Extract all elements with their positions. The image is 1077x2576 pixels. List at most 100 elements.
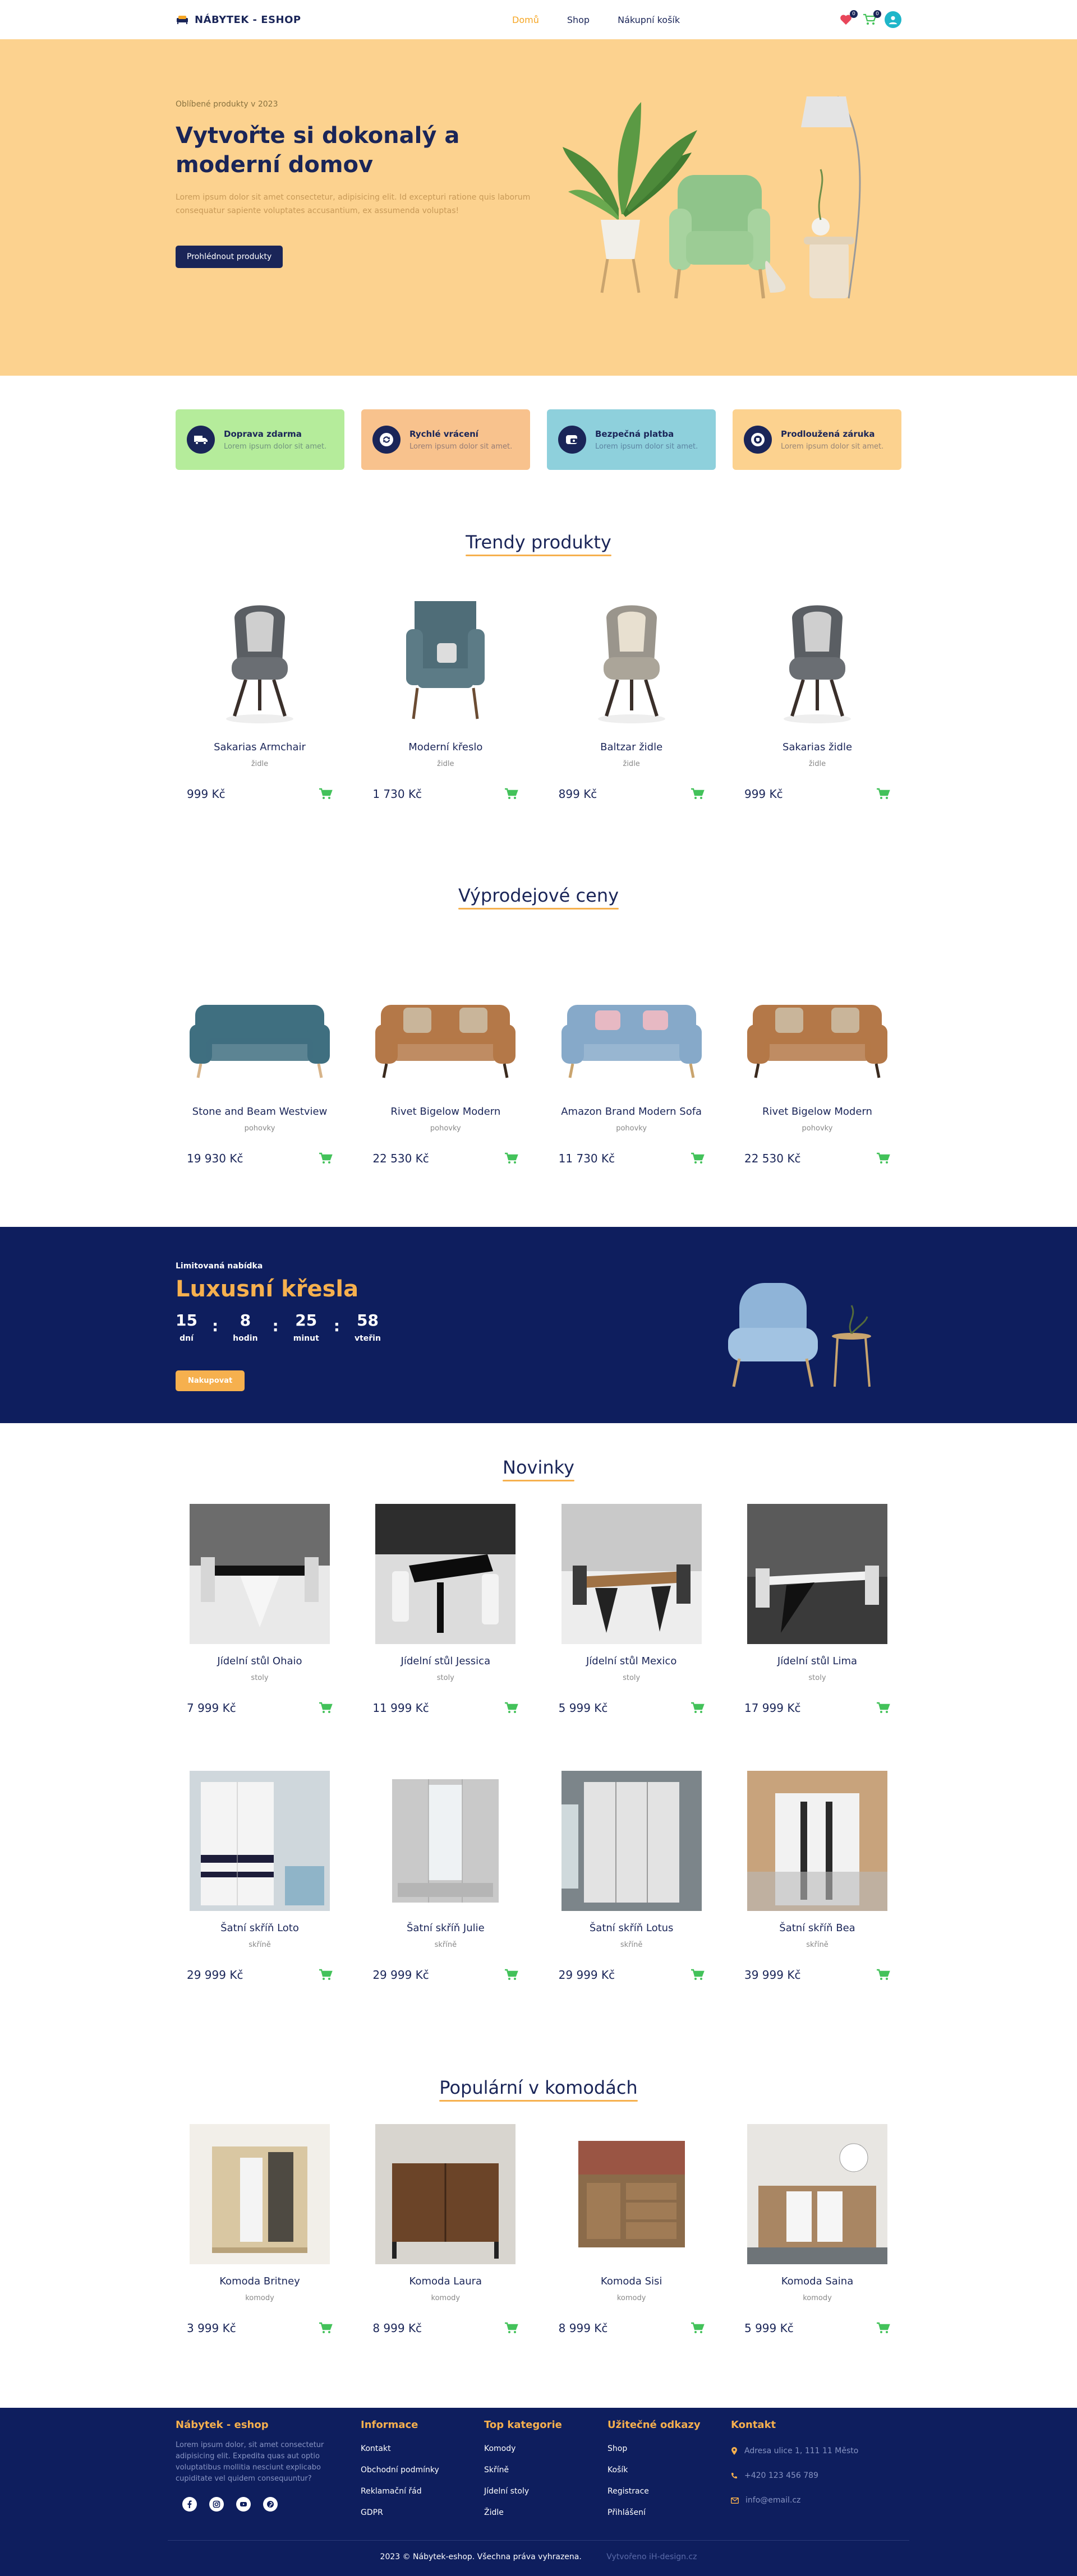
add-to-cart-icon[interactable] [504,1969,519,1981]
footer-link[interactable]: GDPR [361,2508,439,2517]
product-image[interactable] [744,2124,890,2264]
product-name[interactable]: Komoda Britney [187,2275,333,2287]
footer-link[interactable]: Přihlášení [607,2508,701,2517]
product-image[interactable] [372,1771,518,1911]
product-card[interactable]: Šatní skříň Bea skříně 39 999 Kč [733,1771,901,1982]
product-card[interactable]: Sakarias židle židle 999 Kč [733,590,901,801]
footer-link[interactable]: Jídelní stoly [484,2487,562,2496]
product-name[interactable]: Komoda Laura [372,2275,518,2287]
product-name[interactable]: Šatní skříň Loto [187,1922,333,1934]
product-image[interactable] [744,954,890,1095]
cart-button[interactable]: 0 [861,10,881,28]
add-to-cart-icon[interactable] [876,2322,890,2334]
footer-link[interactable]: Shop [607,2444,701,2453]
add-to-cart-icon[interactable] [690,1969,705,1981]
add-to-cart-icon[interactable] [690,1152,705,1165]
product-card[interactable]: Moderní křeslo židle 1 730 Kč [361,590,530,801]
product-card[interactable]: Šatní skříň Julie skříně 29 999 Kč [361,1771,530,1982]
product-card[interactable]: Rivet Bigelow Modern pohovky 22 530 Kč [361,954,530,1165]
footer-link[interactable]: Komody [484,2444,562,2453]
product-card[interactable]: Stone and Beam Westview pohovky 19 930 K… [176,954,344,1165]
product-card[interactable]: Komoda Laura komody 8 999 Kč [361,2124,530,2335]
product-card[interactable]: Sakarias Armchair židle 999 Kč [176,590,344,801]
add-to-cart-icon[interactable] [876,1969,890,1981]
nav-shop[interactable]: Shop [567,15,590,25]
product-card[interactable]: Jídelní stůl Mexico stoly 5 999 Kč [547,1504,716,1715]
product-image[interactable] [559,2124,705,2264]
product-name[interactable]: Moderní křeslo [372,741,518,753]
product-card[interactable]: Baltzar židle židle 899 Kč [547,590,716,801]
add-to-cart-icon[interactable] [876,788,890,800]
add-to-cart-icon[interactable] [504,1702,519,1714]
product-name[interactable]: Komoda Saina [744,2275,890,2287]
add-to-cart-icon[interactable] [318,1702,333,1714]
product-image[interactable] [372,2124,518,2264]
product-name[interactable]: Jídelní stůl Mexico [559,1655,705,1667]
add-to-cart-icon[interactable] [876,1152,890,1165]
footer-link[interactable]: Obchodní podmínky [361,2466,439,2475]
made-by-link[interactable]: Vytvořeno iH-design.cz [606,2552,697,2561]
product-name[interactable]: Jídelní stůl Lima [744,1655,890,1667]
product-name[interactable]: Amazon Brand Modern Sofa [559,1106,705,1118]
product-name[interactable]: Šatní skříň Bea [744,1922,890,1934]
product-card[interactable]: Rivet Bigelow Modern pohovky 22 530 Kč [733,954,901,1165]
add-to-cart-icon[interactable] [318,1152,333,1165]
product-image[interactable] [744,1771,890,1911]
footer-link[interactable]: Skříně [484,2466,562,2475]
youtube-icon[interactable] [236,2497,251,2512]
footer-link[interactable]: Registrace [607,2487,701,2496]
product-card[interactable]: Amazon Brand Modern Sofa pohovky 11 730 … [547,954,716,1165]
nav-home[interactable]: Domů [512,15,539,25]
pinterest-icon[interactable] [263,2497,278,2512]
add-to-cart-icon[interactable] [318,2322,333,2334]
product-image[interactable] [559,590,705,730]
product-image[interactable] [372,1504,518,1644]
product-name[interactable]: Šatní skříň Julie [372,1922,518,1934]
product-name[interactable]: Rivet Bigelow Modern [372,1106,518,1118]
facebook-icon[interactable] [182,2497,197,2512]
product-name[interactable]: Rivet Bigelow Modern [744,1106,890,1118]
add-to-cart-icon[interactable] [318,788,333,800]
footer-link[interactable]: Reklamační řád [361,2487,439,2496]
instagram-icon[interactable] [209,2497,224,2512]
product-name[interactable]: Sakarias Armchair [187,741,333,753]
product-card[interactable]: Komoda Sisi komody 8 999 Kč [547,2124,716,2335]
footer-phone[interactable]: +420 123 456 789 [731,2471,858,2480]
shop-now-button[interactable]: Nakupovat [176,1370,245,1391]
nav-cart[interactable]: Nákupní košík [618,15,680,25]
product-card[interactable]: Komoda Saina komody 5 999 Kč [733,2124,901,2335]
product-name[interactable]: Šatní skříň Lotus [559,1922,705,1934]
product-image[interactable] [372,954,518,1095]
product-image[interactable] [744,590,890,730]
product-image[interactable] [559,954,705,1095]
product-image[interactable] [744,1504,890,1644]
add-to-cart-icon[interactable] [690,2322,705,2334]
product-image[interactable] [559,1504,705,1644]
wishlist-button[interactable]: 0 [837,10,858,28]
product-image[interactable] [559,1771,705,1911]
product-card[interactable]: Jídelní stůl Jessica stoly 11 999 Kč [361,1504,530,1715]
product-name[interactable]: Sakarias židle [744,741,890,753]
footer-link[interactable]: Židle [484,2508,562,2517]
product-image[interactable] [187,2124,333,2264]
product-name[interactable]: Jídelní stůl Jessica [372,1655,518,1667]
product-card[interactable]: Komoda Britney komody 3 999 Kč [176,2124,344,2335]
product-image[interactable] [187,590,333,730]
add-to-cart-icon[interactable] [690,788,705,800]
add-to-cart-icon[interactable] [504,788,519,800]
add-to-cart-icon[interactable] [504,1152,519,1165]
product-image[interactable] [372,590,518,730]
product-card[interactable]: Jídelní stůl Ohaio stoly 7 999 Kč [176,1504,344,1715]
add-to-cart-icon[interactable] [504,2322,519,2334]
product-image[interactable] [187,1504,333,1644]
product-card[interactable]: Šatní skříň Loto skříně 29 999 Kč [176,1771,344,1982]
browse-products-button[interactable]: Prohlédnout produkty [176,246,283,268]
add-to-cart-icon[interactable] [876,1702,890,1714]
add-to-cart-icon[interactable] [318,1969,333,1981]
footer-link[interactable]: Kontakt [361,2444,439,2453]
user-avatar[interactable] [885,11,901,28]
product-name[interactable]: Komoda Sisi [559,2275,705,2287]
product-name[interactable]: Jídelní stůl Ohaio [187,1655,333,1667]
product-card[interactable]: Šatní skříň Lotus skříně 29 999 Kč [547,1771,716,1982]
product-image[interactable] [187,1771,333,1911]
